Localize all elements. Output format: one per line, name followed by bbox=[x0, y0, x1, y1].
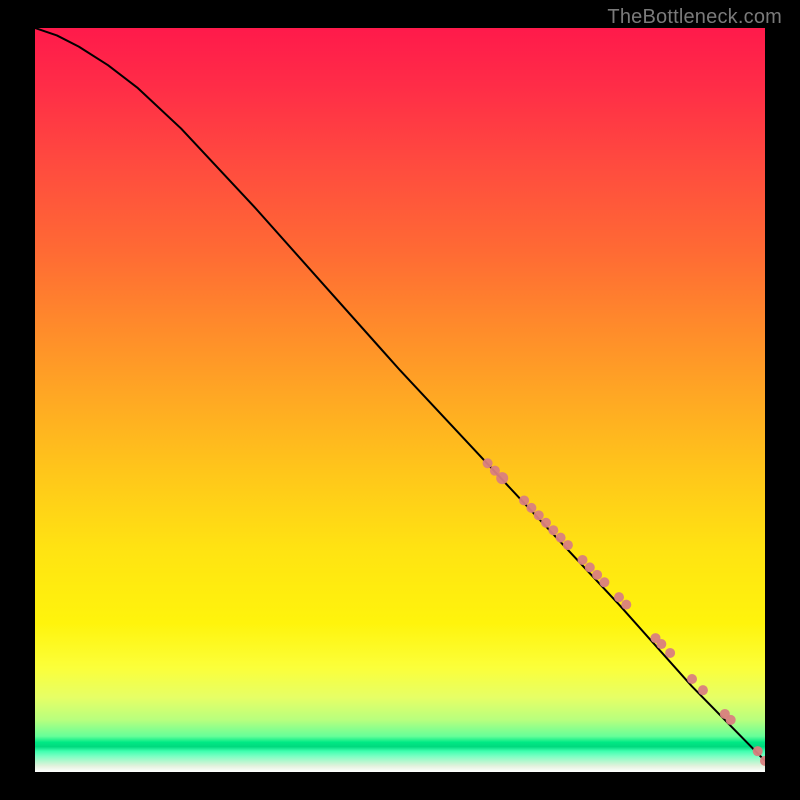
chart-stage: TheBottleneck.com bbox=[0, 0, 800, 800]
curve-line bbox=[35, 28, 765, 761]
attribution-text: TheBottleneck.com bbox=[607, 6, 782, 29]
chart-overlay bbox=[35, 28, 765, 772]
scatter-markers bbox=[483, 458, 765, 766]
gradient-plot-area bbox=[35, 28, 765, 772]
